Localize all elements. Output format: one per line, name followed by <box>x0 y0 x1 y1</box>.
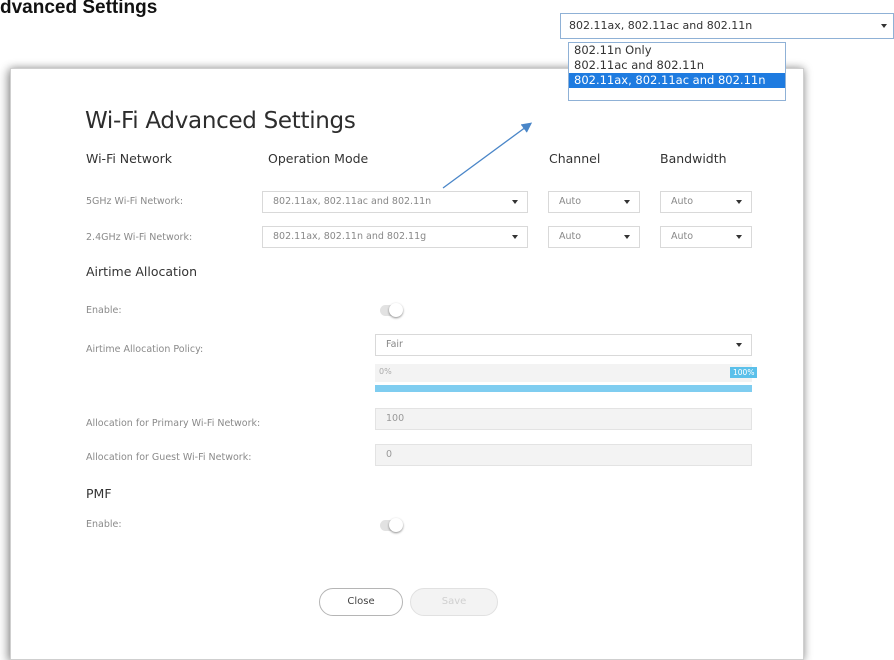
channel-value-24ghz: Auto <box>559 231 582 242</box>
dropdown-option-selected[interactable]: 802.11ax, 802.11ac and 802.11n <box>569 73 785 88</box>
toggle-knob <box>389 518 403 532</box>
chevron-down-icon <box>624 200 630 204</box>
bandwidth-value-5ghz: Auto <box>671 196 694 207</box>
chevron-down-icon <box>881 24 887 28</box>
dropdown-options-list: 802.11n Only 802.11ac and 802.11n 802.11… <box>568 42 786 101</box>
channel-select-24ghz[interactable]: Auto <box>548 226 640 248</box>
annotation-arrow-icon <box>442 122 533 189</box>
slider-fill <box>375 385 752 392</box>
chevron-down-icon <box>512 235 518 239</box>
guest-allocation-field[interactable]: 0 <box>375 444 752 466</box>
row-label-5ghz: 5GHz Wi-Fi Network: <box>86 196 184 207</box>
channel-select-5ghz[interactable]: Auto <box>548 191 640 213</box>
slider-max-label: 100% <box>730 367 758 378</box>
chevron-down-icon <box>736 343 742 347</box>
col-header-mode: Operation Mode <box>268 151 369 166</box>
pmf-heading: PMF <box>86 486 112 501</box>
mode-value-24ghz: 802.11ax, 802.11n and 802.11g <box>273 231 427 242</box>
airtime-policy-value: Fair <box>386 339 403 350</box>
airtime-policy-select[interactable]: Fair <box>375 334 752 356</box>
airtime-enable-label: Enable: <box>86 305 122 316</box>
pmf-enable-label: Enable: <box>86 519 122 530</box>
close-button[interactable]: Close <box>319 588 403 616</box>
bandwidth-select-5ghz[interactable]: Auto <box>660 191 752 213</box>
mode-select-5ghz[interactable]: 802.11ax, 802.11ac and 802.11n <box>262 191 528 213</box>
chevron-down-icon <box>736 200 742 204</box>
airtime-heading: Airtime Allocation <box>86 264 197 279</box>
col-header-bandwidth: Bandwidth <box>660 151 727 166</box>
slider-min-label: 0% <box>379 367 392 376</box>
channel-value-5ghz: Auto <box>559 196 582 207</box>
airtime-policy-label: Airtime Allocation Policy: <box>86 344 204 355</box>
chevron-down-icon <box>512 200 518 204</box>
guest-allocation-value: 0 <box>386 449 393 460</box>
save-button[interactable]: Save <box>410 588 498 616</box>
chevron-down-icon <box>624 235 630 239</box>
operation-mode-dropdown[interactable]: 802.11ax, 802.11ac and 802.11n <box>560 13 894 39</box>
col-header-channel: Channel <box>549 151 601 166</box>
mode-value-5ghz: 802.11ax, 802.11ac and 802.11n <box>273 196 432 207</box>
dropdown-option[interactable]: 802.11ac and 802.11n <box>569 58 785 73</box>
slider-track-area <box>375 364 752 382</box>
mode-select-24ghz[interactable]: 802.11ax, 802.11n and 802.11g <box>262 226 528 248</box>
dialog-title: Wi-Fi Advanced Settings <box>85 108 356 134</box>
pmf-enable-toggle[interactable] <box>380 518 403 532</box>
chevron-down-icon <box>736 235 742 239</box>
row-label-24ghz: 2.4GHz Wi-Fi Network: <box>86 232 193 243</box>
primary-allocation-label: Allocation for Primary Wi-Fi Network: <box>86 418 261 429</box>
primary-allocation-value: 100 <box>386 413 405 424</box>
airtime-enable-toggle[interactable] <box>380 303 403 317</box>
bandwidth-select-24ghz[interactable]: Auto <box>660 226 752 248</box>
dropdown-option[interactable]: 802.11n Only <box>569 43 785 58</box>
bandwidth-value-24ghz: Auto <box>671 231 694 242</box>
col-header-network: Wi-Fi Network <box>86 151 172 166</box>
page-heading: dvanced Settings <box>0 0 158 18</box>
toggle-knob <box>389 303 403 317</box>
airtime-slider[interactable]: 0% 100% <box>375 364 758 396</box>
primary-allocation-field[interactable]: 100 <box>375 408 752 430</box>
guest-allocation-label: Allocation for Guest Wi-Fi Network: <box>86 452 252 463</box>
dropdown-current-value: 802.11ax, 802.11ac and 802.11n <box>569 19 753 32</box>
